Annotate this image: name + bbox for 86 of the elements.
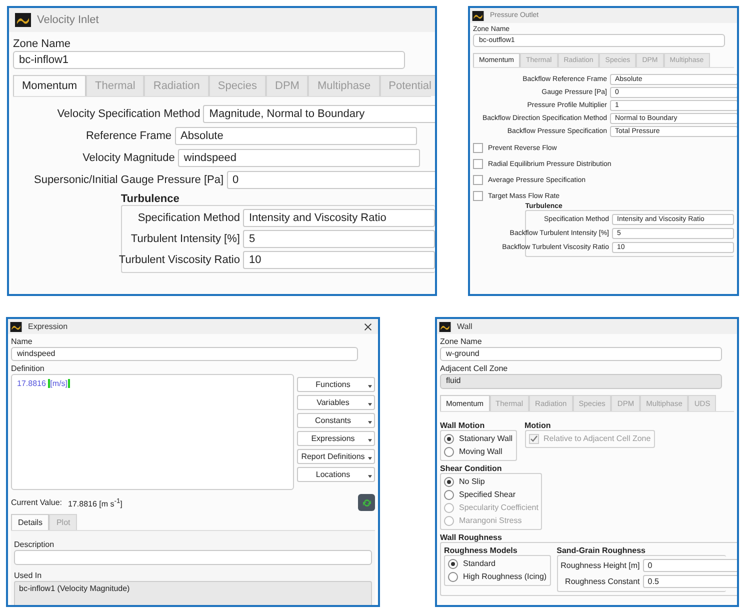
field-label: Adjacent Cell Zone: [440, 364, 509, 374]
definition-editor[interactable]: 17.8816 [m/s]: [11, 374, 294, 490]
value-field[interactable]: 10: [242, 251, 435, 270]
dropdown-button[interactable]: Expressions: [297, 431, 375, 446]
checkbox[interactable]: [473, 175, 483, 186]
caret-icon: [368, 421, 372, 424]
window-title: Velocity Inlet: [37, 14, 99, 26]
input-field[interactable]: bc-inflow1: [13, 51, 405, 70]
field-label: Supersonic/Initial Gauge Pressure [Pa]: [34, 174, 224, 186]
dropdown-button[interactable]: Locations: [297, 467, 375, 482]
value-field[interactable]: 0: [642, 558, 737, 572]
checkbox[interactable]: [473, 191, 483, 202]
section-heading: Wall Motion: [440, 420, 486, 430]
field-label: Velocity Magnitude: [82, 152, 175, 164]
field-label: Description: [14, 540, 56, 550]
field-label: Turbulent Viscosity Ratio: [118, 254, 240, 266]
field-label: Zone Name: [13, 38, 72, 50]
value-field[interactable]: 5: [242, 230, 435, 248]
app-icon: [10, 322, 22, 332]
radio-button[interactable]: [448, 558, 458, 569]
section-heading: Sand-Grain Roughness: [556, 546, 647, 555]
used-in-list: bc-inflow1 (Velocity Magnitude): [14, 580, 372, 605]
expression-number: 17.8816: [17, 379, 46, 388]
field-label: Zone Name: [440, 337, 483, 346]
dropdown-button[interactable]: Report Definitions: [297, 449, 375, 464]
caret-icon: [368, 403, 372, 406]
refresh-icon: [362, 498, 372, 508]
dropdown-button[interactable]: Variables: [297, 395, 375, 410]
value-field[interactable]: windspeed: [178, 149, 420, 168]
close-icon[interactable]: [364, 322, 372, 330]
refresh-button[interactable]: [358, 494, 375, 512]
field-label: Specification Method: [138, 212, 240, 224]
current-value: 17.8816 [m s$^{-1}$]: [68, 498, 122, 508]
app-icon: [439, 322, 451, 332]
input-field: fluid: [440, 374, 722, 389]
expression-unit: [m/s]: [48, 379, 70, 388]
field-label: Definition: [11, 364, 46, 374]
radio-button[interactable]: [448, 572, 458, 582]
caret-icon: [368, 457, 372, 460]
value-field[interactable]: Absolute: [174, 127, 417, 146]
dropdown-button[interactable]: Functions: [297, 377, 375, 392]
section-heading: Roughness Models: [444, 546, 518, 555]
app-icon: [15, 13, 31, 27]
checkbox[interactable]: [473, 159, 483, 170]
field-label: Velocity Specification Method: [57, 108, 200, 120]
field-label: Used In: [14, 570, 43, 580]
section-heading: Wall Roughness: [440, 532, 503, 542]
value-field[interactable]: 0.5: [642, 574, 737, 588]
window-title: Wall: [457, 322, 472, 331]
option-label: High Roughness (Icing): [463, 572, 547, 582]
value-field[interactable]: 0: [226, 171, 435, 190]
option-label: Moving Wall: [459, 447, 502, 456]
section-heading: Shear Condition: [440, 464, 503, 473]
checkbox[interactable]: [473, 143, 483, 154]
field-label: Reference Frame: [86, 130, 172, 142]
tab[interactable]: Details: [11, 514, 50, 530]
option-label: Stationary Wall: [459, 434, 512, 444]
caret-icon: [368, 385, 372, 388]
radio-button[interactable]: [444, 490, 454, 500]
value-field[interactable]: Intensity and Viscosity Ratio: [242, 209, 435, 228]
option-label: Specified Shear: [459, 490, 516, 500]
option-label: Standard: [463, 559, 496, 568]
radio-button[interactable]: [444, 446, 454, 457]
section-heading: Turbulence: [120, 193, 180, 206]
field-label: Turbulent Intensity [%]: [130, 233, 240, 246]
input-field[interactable]: [14, 550, 372, 565]
option-label: Marangoni Stress: [459, 516, 522, 526]
window-title: Expression: [28, 322, 68, 331]
current-value-label: Current Value:: [11, 498, 62, 508]
caret-icon: [368, 439, 372, 442]
field-label: Roughness Height [m]: [560, 560, 640, 570]
section-heading: Motion: [524, 420, 552, 430]
caret-icon: [368, 475, 372, 478]
value-field[interactable]: Magnitude, Normal to Boundary: [203, 105, 435, 124]
option-label: Specularity Coefficient: [459, 503, 538, 512]
input-field[interactable]: windspeed: [11, 347, 358, 362]
checkbox-label: Relative to Adjacent Cell Zone: [544, 434, 651, 444]
tab[interactable]: Momentum: [13, 75, 86, 96]
input-field[interactable]: w-ground: [440, 347, 722, 362]
field-label: Roughness Constant: [565, 576, 640, 586]
radio-button[interactable]: [444, 434, 454, 444]
field-label: Name: [11, 337, 34, 346]
app-icon: [472, 10, 484, 20]
radio-button[interactable]: [444, 476, 454, 487]
dropdown-button[interactable]: Constants: [297, 413, 375, 428]
option-label: No Slip: [459, 477, 485, 486]
